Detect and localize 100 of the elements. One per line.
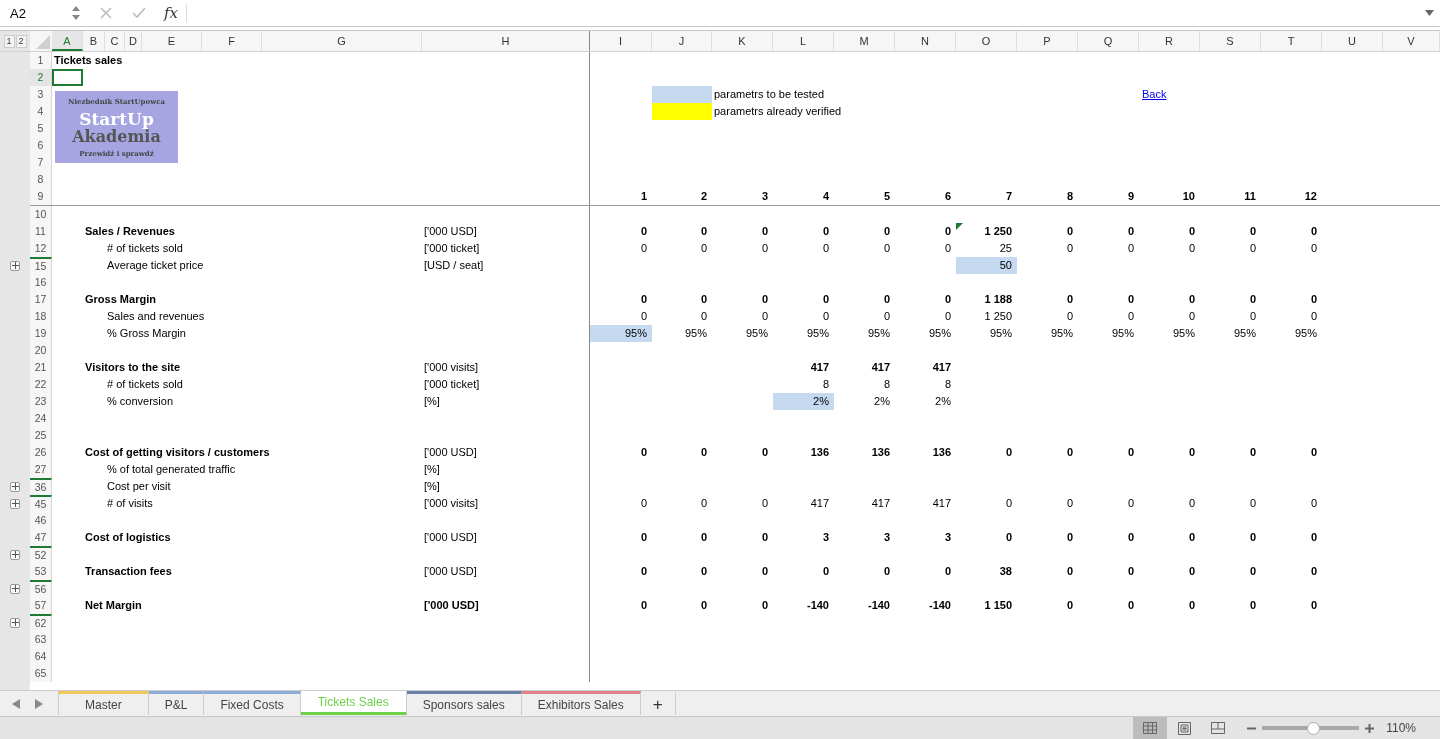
column-header[interactable]: A	[52, 31, 83, 51]
row-header[interactable]: 23	[30, 393, 52, 410]
table-cell-text: 0	[639, 598, 648, 613]
expand-button[interactable]	[10, 498, 20, 509]
zoom-out-icon[interactable]	[1247, 726, 1257, 730]
table-cell-text: 8	[821, 377, 830, 392]
row-header[interactable]: 52	[30, 546, 52, 563]
function-button[interactable]: fx	[164, 4, 187, 22]
row-header[interactable]: 16	[30, 274, 52, 291]
table-cell-text: 0	[760, 564, 769, 579]
expand-button[interactable]	[10, 583, 20, 594]
column-header[interactable]: P	[1017, 31, 1078, 51]
row-header[interactable]: 18	[30, 308, 52, 325]
column-header[interactable]: L	[773, 31, 834, 51]
row-header[interactable]: 47	[30, 529, 52, 546]
slider-thumb[interactable]	[1306, 721, 1320, 735]
column-header[interactable]: N	[895, 31, 956, 51]
row-header[interactable]: 20	[30, 342, 52, 359]
column-header[interactable]: V	[1383, 31, 1440, 51]
zoom-in-icon[interactable]	[1365, 723, 1375, 733]
row-header[interactable]: 45	[30, 495, 52, 512]
row-label: % Gross Margin	[106, 327, 186, 339]
row-header[interactable]: 27	[30, 461, 52, 478]
column-header[interactable]: U	[1322, 31, 1383, 51]
row-header[interactable]: 19	[30, 325, 52, 342]
expand-button[interactable]	[10, 481, 20, 492]
outline-level-button[interactable]: 2	[15, 34, 27, 48]
column-header[interactable]: I	[590, 31, 652, 51]
error-flag-icon[interactable]	[956, 223, 963, 230]
row-header[interactable]: 2	[30, 69, 52, 86]
column-header[interactable]: J	[652, 31, 712, 51]
row-header[interactable]: 10	[30, 206, 52, 223]
normal-view-button[interactable]	[1133, 717, 1168, 739]
column-header[interactable]: O	[956, 31, 1017, 51]
row-header[interactable]: 5	[30, 120, 52, 137]
row-header[interactable]: 9	[30, 188, 52, 205]
table-cell-text: -140	[866, 598, 891, 613]
row-header[interactable]: 36	[30, 478, 52, 495]
row-header[interactable]: 15	[30, 257, 52, 274]
row-header[interactable]: 25	[30, 427, 52, 444]
column-header[interactable]: C	[105, 31, 125, 51]
row-header[interactable]: 17	[30, 291, 52, 308]
selected-cell[interactable]	[52, 69, 83, 86]
column-header[interactable]: H	[422, 31, 590, 51]
table-cell-text: 0	[760, 241, 769, 256]
column-header[interactable]: M	[834, 31, 895, 51]
sheet-tab[interactable]: Sponsors sales	[406, 691, 522, 715]
row-header[interactable]: 21	[30, 359, 52, 376]
column-header[interactable]: R	[1139, 31, 1200, 51]
row-header[interactable]: 53	[30, 563, 52, 580]
row-header[interactable]: 1	[30, 52, 52, 69]
expand-button[interactable]	[10, 617, 20, 628]
outline-level-button[interactable]: 1	[3, 34, 15, 48]
previous-sheet-icon[interactable]	[12, 699, 20, 709]
column-header[interactable]: S	[1200, 31, 1261, 51]
row-header[interactable]: 62	[30, 614, 52, 631]
row-header[interactable]: 7	[30, 154, 52, 171]
row-header[interactable]: 4	[30, 103, 52, 120]
sheet-tab[interactable]: Master	[58, 691, 149, 715]
table-cell-text: 0	[1187, 224, 1196, 239]
column-header[interactable]: K	[712, 31, 773, 51]
row-header[interactable]: 12	[30, 240, 52, 257]
column-header[interactable]: F	[202, 31, 262, 51]
row-header[interactable]: 22	[30, 376, 52, 393]
checkmark-icon[interactable]	[132, 7, 146, 19]
row-header[interactable]: 56	[30, 580, 52, 597]
row-header[interactable]: 63	[30, 631, 52, 648]
table-cell-text: 0	[943, 309, 952, 324]
column-header[interactable]: D	[125, 31, 142, 51]
name-box[interactable]: A2	[0, 0, 70, 26]
next-sheet-icon[interactable]	[35, 699, 43, 709]
row-header[interactable]: 3	[30, 86, 52, 103]
table-cell-text: 0	[760, 530, 769, 545]
row-header[interactable]: 8	[30, 171, 52, 188]
table-cell-text: 0	[1126, 309, 1135, 324]
expand-button[interactable]	[10, 549, 20, 560]
column-header[interactable]: Q	[1078, 31, 1139, 51]
unit-label: ['000 ticket]	[423, 378, 480, 390]
sheet-tab[interactable]: Exhibitors Sales	[521, 691, 641, 715]
spinner-icon[interactable]	[72, 5, 80, 21]
caret-icon[interactable]	[1425, 10, 1434, 16]
expand-button[interactable]	[10, 260, 20, 271]
row-header[interactable]: 46	[30, 512, 52, 529]
row-header[interactable]: 64	[30, 648, 52, 665]
table-cell-text: 0	[882, 224, 891, 239]
back-link[interactable]: Back	[1139, 88, 1167, 100]
row-header[interactable]: 57	[30, 597, 52, 614]
column-header[interactable]: E	[142, 31, 202, 51]
row-header[interactable]: 6	[30, 137, 52, 154]
column-header[interactable]: G	[262, 31, 422, 51]
table-cell-text: 0	[1309, 292, 1318, 307]
row-header[interactable]: 24	[30, 410, 52, 427]
column-header[interactable]: T	[1261, 31, 1322, 51]
row-header[interactable]: 11	[30, 223, 52, 240]
row-header[interactable]: 65	[30, 665, 52, 682]
row-header[interactable]: 26	[30, 444, 52, 461]
sheet-tab[interactable]: Fixed Costs	[204, 691, 301, 715]
sheet-tab[interactable]: P&L	[148, 691, 205, 715]
table-cell-text: 0	[1065, 292, 1074, 307]
column-header[interactable]: B	[83, 31, 105, 51]
